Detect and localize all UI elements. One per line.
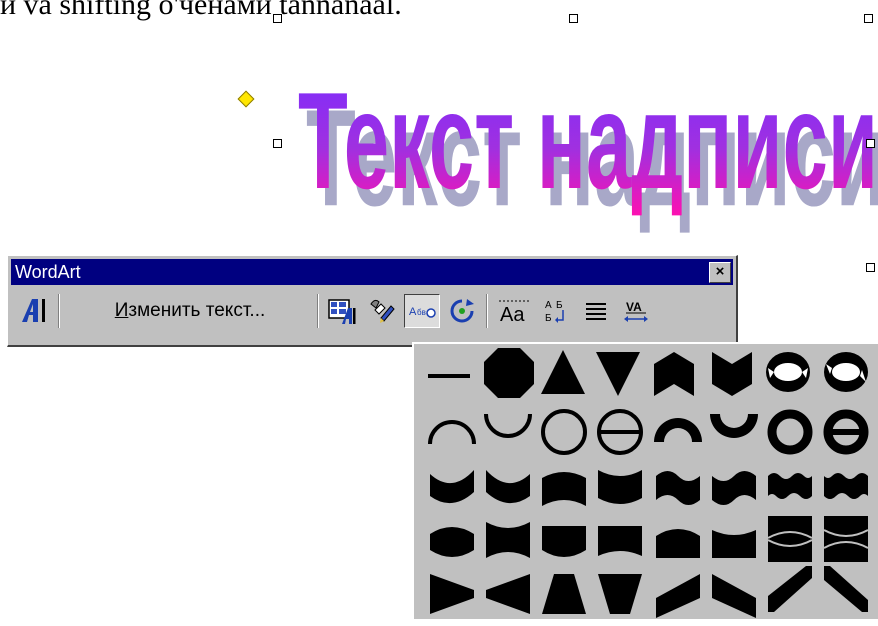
svg-text:A: A [545, 300, 552, 311]
close-icon: × [715, 263, 725, 280]
shape-slant-up[interactable] [656, 574, 700, 618]
selection-handle-middle-left[interactable] [273, 139, 282, 148]
format-wordart-icon [370, 299, 395, 323]
selection-handle-middle-right[interactable] [866, 139, 875, 148]
edit-text-button[interactable]: Изменить текст... [66, 294, 314, 328]
format-wordart-button[interactable] [364, 294, 400, 328]
free-rotate-button[interactable] [444, 294, 480, 328]
toolbar-separator [58, 294, 60, 328]
shape-ring-inside[interactable] [766, 352, 810, 392]
selection-handle-top-left[interactable] [273, 14, 282, 23]
shape-cascade-down[interactable] [824, 566, 868, 612]
svg-text:Aa: Aa [500, 304, 525, 326]
shape-deflate[interactable] [486, 522, 530, 558]
free-rotate-icon [450, 299, 474, 323]
shape-arch-up-pour[interactable] [654, 418, 702, 442]
shape-triangle-down[interactable] [596, 352, 640, 396]
shape-double-wave-1[interactable] [768, 473, 812, 499]
character-spacing-button[interactable]: VA [618, 294, 654, 328]
shape-arch-up-curve[interactable] [428, 420, 476, 445]
wordart-shape-button[interactable]: A бв [404, 294, 440, 328]
shape-circle-pour[interactable] [767, 409, 813, 455]
shape-fade-up[interactable] [542, 574, 586, 614]
wordart-shape-icon: A бв [409, 306, 436, 318]
svg-text:Б: Б [556, 300, 563, 311]
shape-inflate-top[interactable] [656, 529, 700, 558]
edit-text-label: зменить текст... [128, 300, 266, 321]
shape-slant-down[interactable] [712, 574, 756, 618]
same-letter-heights-icon: Aa [499, 300, 529, 326]
shape-chevron-down[interactable] [712, 352, 752, 396]
edit-text-accelerator: И [114, 300, 129, 321]
svg-text:VA: VA [626, 300, 642, 314]
shape-deflate-inflate-deflate[interactable] [823, 516, 869, 562]
toolbar-titlebar[interactable]: WordArt × [11, 259, 733, 285]
toolbar-separator [317, 294, 319, 328]
shape-button-pour[interactable] [823, 409, 869, 455]
shape-chevron-up[interactable] [654, 352, 694, 396]
shape-arch-down-curve[interactable] [484, 413, 532, 438]
shape-inflate[interactable] [430, 527, 474, 557]
shape-curve-up[interactable] [430, 470, 474, 504]
wordart-toolbar: WordArt × Изменить текст... A бв Aa A Б … [7, 255, 738, 347]
wordart-shape-palette [412, 342, 878, 619]
selection-handle-bottom-right[interactable] [866, 263, 875, 272]
wordart-gallery-icon [328, 299, 356, 324]
alignment-button[interactable] [578, 294, 614, 328]
selection-handle-top-middle[interactable] [569, 14, 578, 23]
toolbar-separator [486, 294, 488, 328]
shape-fade-left[interactable] [486, 574, 530, 614]
shape-fade-down[interactable] [598, 574, 642, 614]
shape-button-curve[interactable] [597, 409, 643, 455]
toolbar-buttons: Изменить текст... A бв Aa A Б Б VA [12, 290, 732, 336]
shape-wave-1[interactable] [656, 471, 700, 505]
shape-wave-2[interactable] [712, 471, 756, 505]
shape-inflate-bottom[interactable] [542, 526, 586, 557]
shape-palette-grid [428, 348, 869, 618]
close-button[interactable]: × [709, 262, 731, 283]
shape-ring-outside[interactable] [824, 352, 868, 392]
shape-deflate-inflate[interactable] [767, 516, 813, 562]
shape-arch-down-pour[interactable] [710, 414, 758, 438]
shape-can-up[interactable] [542, 472, 586, 506]
svg-text:бв: бв [417, 308, 426, 317]
wordart-gallery-button[interactable] [324, 294, 360, 328]
shape-can-down[interactable] [598, 470, 642, 504]
same-letter-heights-button[interactable]: Aa [494, 294, 534, 328]
svg-text:Б: Б [545, 313, 552, 324]
shape-deflate-bottom[interactable] [598, 526, 642, 556]
selection-handle-top-right[interactable] [864, 14, 873, 23]
shape-double-wave-2[interactable] [824, 473, 868, 499]
alignment-icon [586, 303, 606, 320]
svg-text:A: A [409, 306, 417, 318]
shape-plain-text[interactable] [428, 374, 470, 378]
shape-deflate-top[interactable] [712, 530, 756, 558]
shape-curve-down[interactable] [486, 470, 530, 504]
character-spacing-icon: VA [624, 300, 648, 322]
shape-circle-curve[interactable] [541, 409, 587, 455]
svg-text:Текст надписи: Текст надписи [298, 64, 878, 218]
shape-cascade-up[interactable] [768, 566, 812, 612]
insert-wordart-button[interactable] [16, 294, 52, 328]
shape-stop[interactable] [484, 348, 534, 398]
wordart-text: Текст надписи [298, 64, 878, 218]
shape-triangle-up[interactable] [541, 350, 585, 394]
wordart-object[interactable]: Текст надписи Текст надписи [0, 0, 878, 280]
vertical-text-button[interactable]: A Б Б [538, 294, 574, 328]
insert-wordart-icon [22, 299, 45, 322]
toolbar-title: WordArt [15, 262, 81, 282]
vertical-text-icon: A Б Б [545, 300, 564, 324]
shape-fade-right[interactable] [430, 574, 474, 614]
